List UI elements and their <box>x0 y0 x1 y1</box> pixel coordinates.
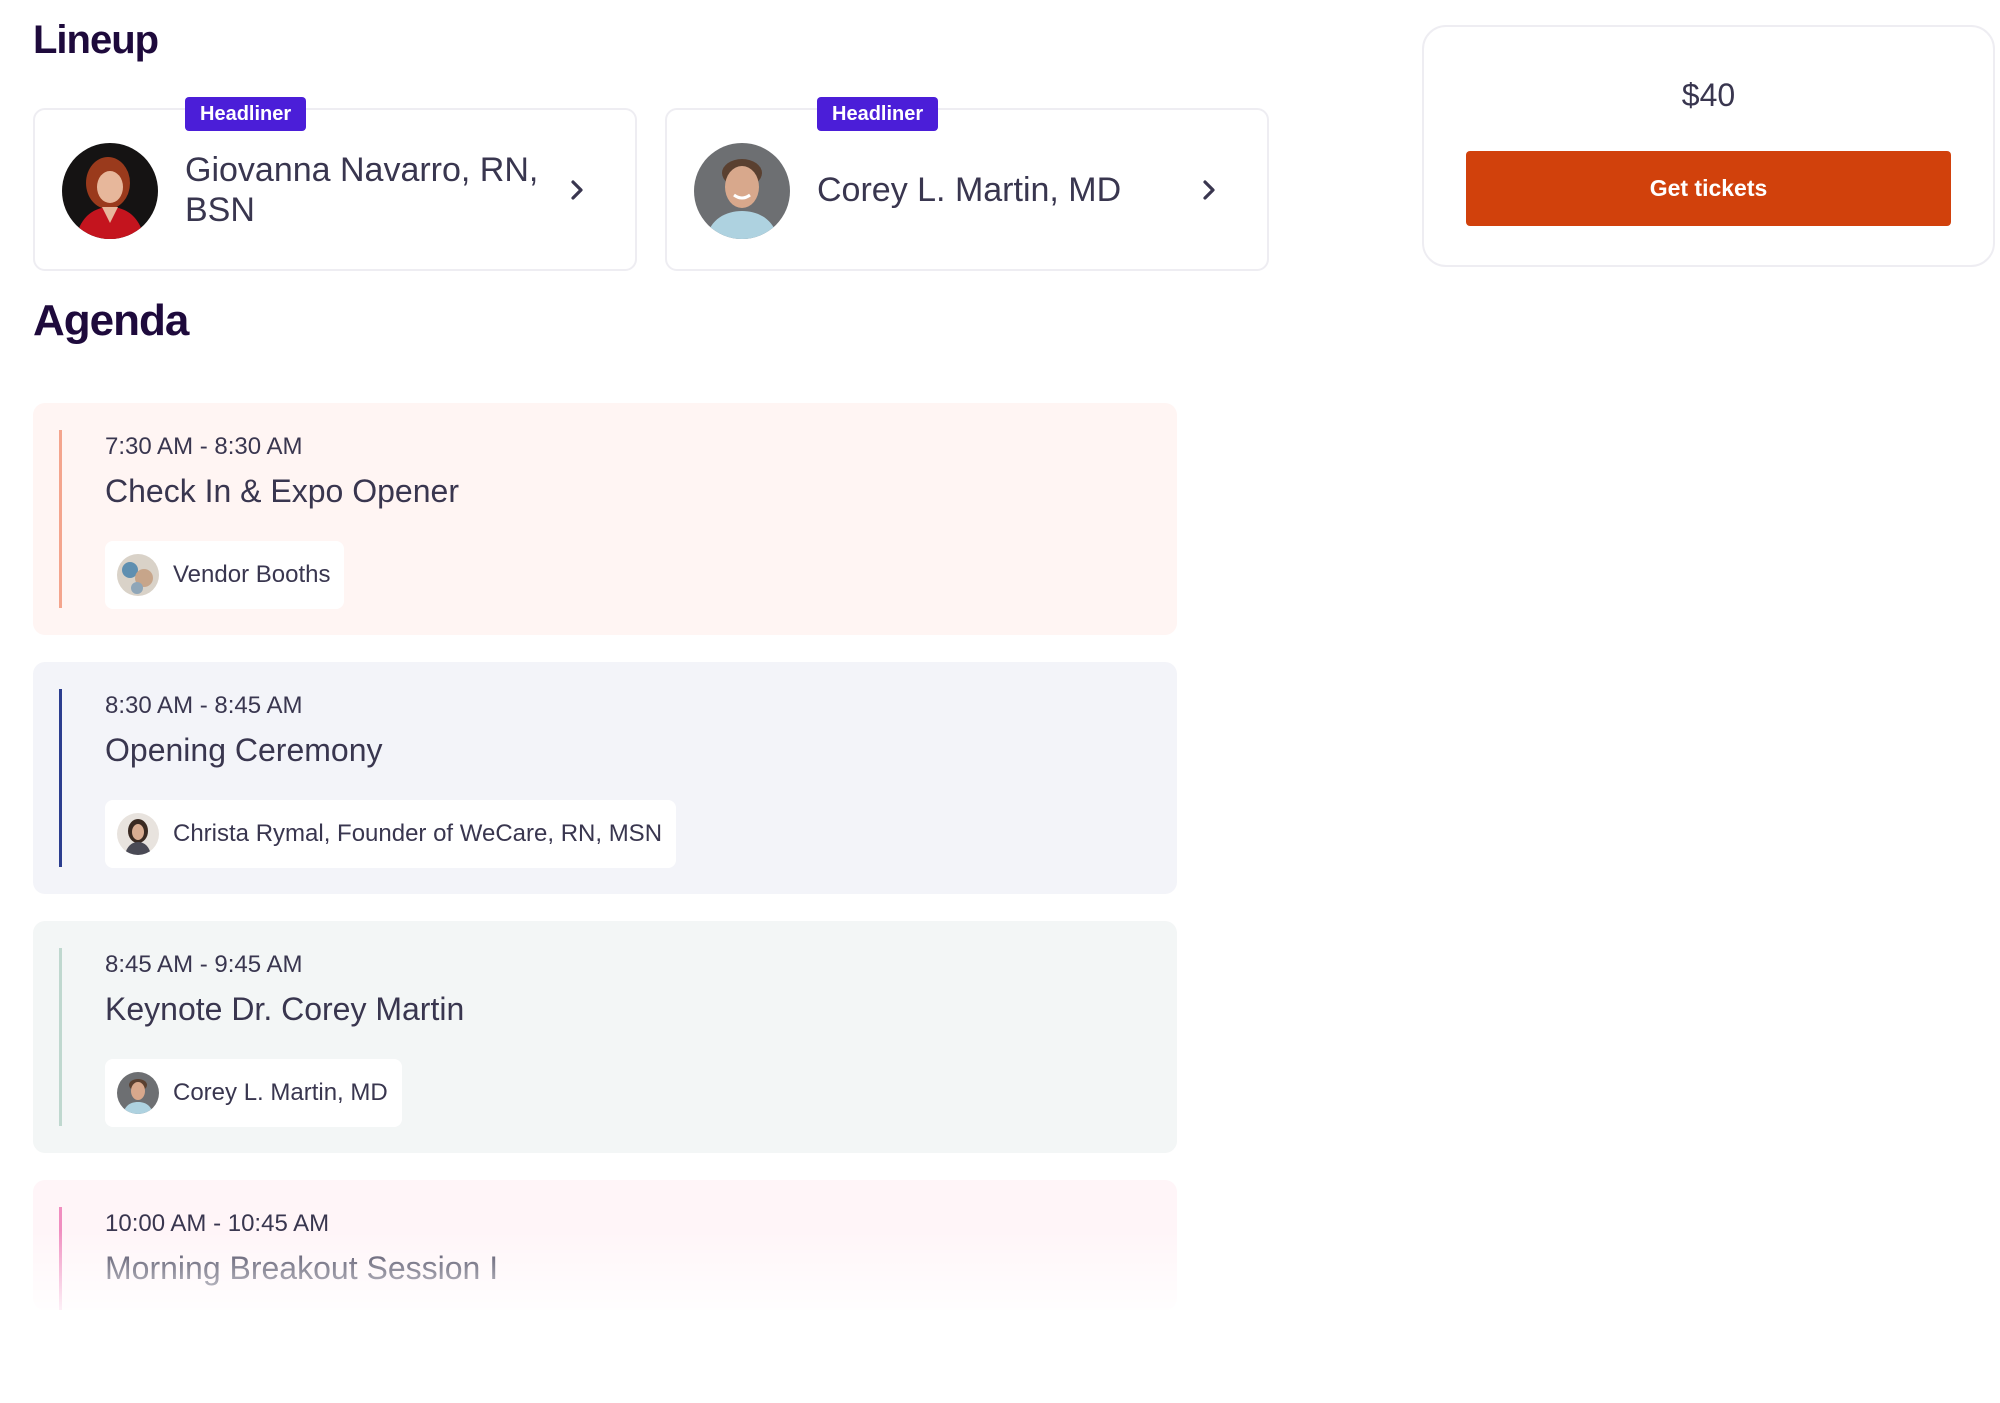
speaker-card-giovanna[interactable]: Headliner Giovanna Navarro, RN, BSN <box>33 97 637 271</box>
host-chip[interactable]: Corey L. Martin, MD <box>105 1059 402 1127</box>
agenda-accent-bar <box>59 689 62 867</box>
host-name: Christa Rymal, Founder of WeCare, RN, MS… <box>173 820 663 847</box>
agenda-time: 8:45 AM - 9:45 AM <box>105 951 303 978</box>
speaker-avatar <box>62 143 158 239</box>
agenda-item: 8:30 AM - 8:45 AM Opening Ceremony Chris… <box>33 662 1177 894</box>
chevron-right-icon[interactable] <box>563 176 591 204</box>
get-tickets-button[interactable]: Get tickets <box>1466 151 1951 226</box>
speaker-name: Corey L. Martin, MD <box>817 170 1122 209</box>
agenda-session-title: Morning Breakout Session I <box>105 1250 499 1286</box>
agenda-accent-bar <box>59 948 62 1126</box>
agenda-time: 10:00 AM - 10:45 AM <box>105 1210 330 1237</box>
host-avatar <box>117 554 159 596</box>
host-chip[interactable]: Vendor Booths <box>105 541 345 609</box>
host-avatar <box>117 1072 159 1114</box>
speaker-name: Giovanna Navarro, RN, BSN <box>185 150 539 229</box>
ticket-price: $40 <box>1681 77 1736 113</box>
agenda-session-title: Keynote Dr. Corey Martin <box>105 991 465 1027</box>
speaker-card-corey[interactable]: Headliner Corey L. Martin, MD <box>665 97 1269 271</box>
chevron-right-icon[interactable] <box>1195 176 1223 204</box>
agenda-heading: Agenda <box>33 296 189 345</box>
agenda-item: 10:00 AM - 10:45 AM Morning Breakout Ses… <box>33 1180 1177 1310</box>
agenda-accent-bar <box>59 430 62 608</box>
host-chip[interactable]: Christa Rymal, Founder of WeCare, RN, MS… <box>105 800 677 868</box>
agenda-session-title: Opening Ceremony <box>105 732 383 768</box>
event-page: Lineup Headliner Giovanna Navarro, RN, B… <box>0 0 2000 1403</box>
agenda-accent-bar <box>59 1207 62 1310</box>
speaker-avatar <box>694 143 790 239</box>
host-name: Corey L. Martin, MD <box>173 1079 388 1106</box>
lineup-heading: Lineup <box>33 18 159 62</box>
agenda-item: 8:45 AM - 9:45 AM Keynote Dr. Corey Mart… <box>33 921 1177 1153</box>
host-avatar <box>117 813 159 855</box>
agenda-item: 7:30 AM - 8:30 AM Check In & Expo Opener… <box>33 403 1177 635</box>
host-name: Vendor Booths <box>173 561 331 588</box>
agenda-time: 8:30 AM - 8:45 AM <box>105 692 303 719</box>
agenda-session-title: Check In & Expo Opener <box>105 473 459 509</box>
ticket-panel: $40 Get tickets <box>1422 25 1995 267</box>
agenda-time: 7:30 AM - 8:30 AM <box>105 433 303 460</box>
